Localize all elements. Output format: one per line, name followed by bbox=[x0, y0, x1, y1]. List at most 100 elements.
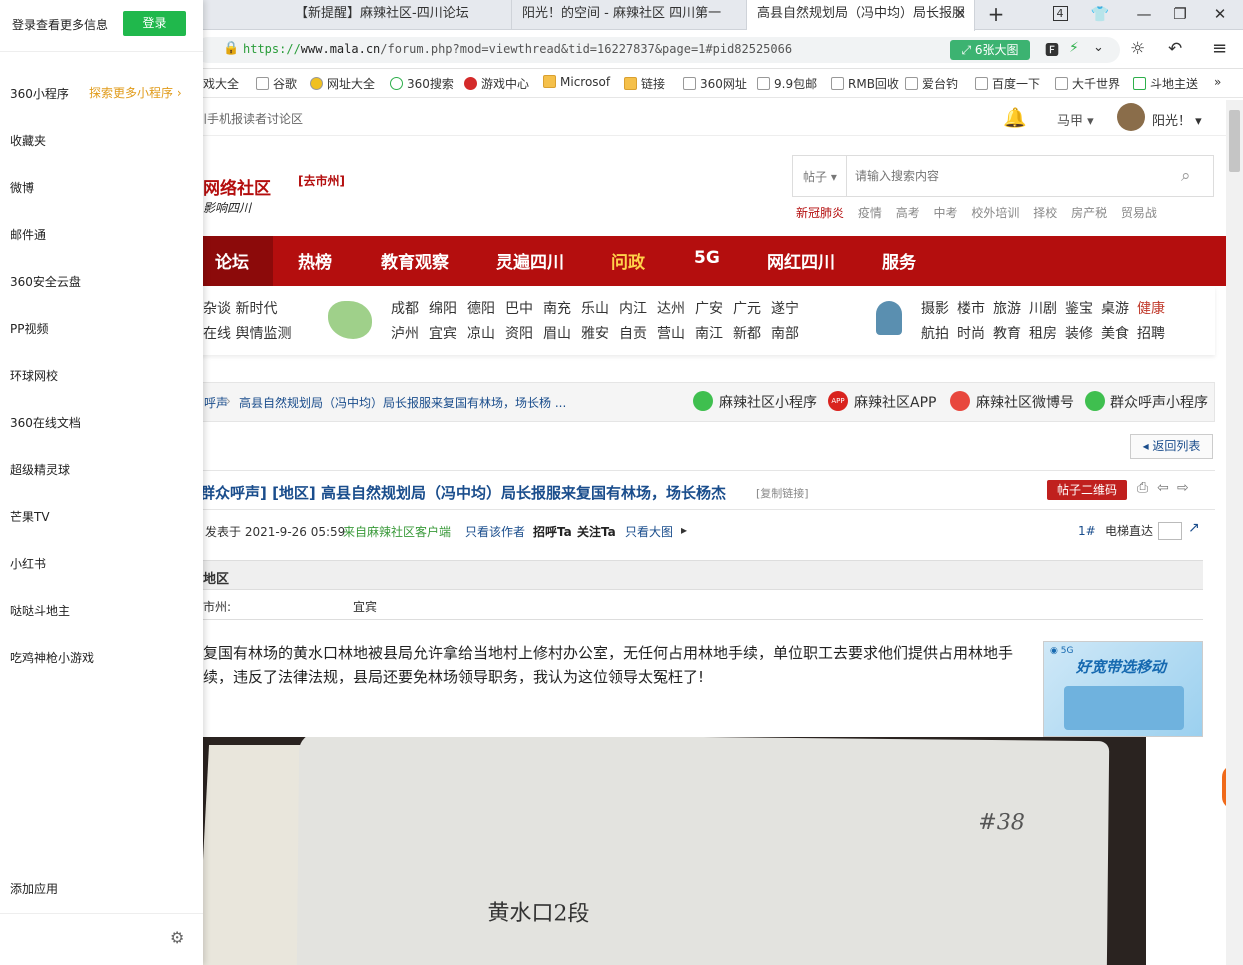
tab-2[interactable]: 阳光！的空间 - 麻辣社区 四川第一 bbox=[512, 0, 747, 30]
explore-miniapps-link[interactable]: 探索更多小程序 › bbox=[89, 84, 182, 101]
sidebar-item-mango[interactable]: 芒果TV bbox=[10, 508, 50, 525]
bookmark[interactable]: 游戏中心 bbox=[464, 75, 529, 92]
bookmark[interactable]: 360搜索 bbox=[390, 75, 454, 92]
topic-link[interactable]: 旅游 bbox=[993, 301, 1021, 317]
nav-item-sichuan[interactable]: 灵遍四川 bbox=[496, 248, 564, 273]
user-menu-1[interactable]: 马甲 ▾ bbox=[1057, 110, 1094, 129]
only-author-link[interactable]: 只看该作者 bbox=[465, 523, 525, 540]
search-icon[interactable]: ⌕ bbox=[1181, 166, 1191, 186]
city-link[interactable]: 营山 bbox=[657, 326, 685, 342]
app-link[interactable]: 麻辣社区APP bbox=[854, 392, 936, 412]
miniapp-link[interactable]: 麻辣社区小程序 bbox=[719, 392, 817, 412]
topic-link[interactable]: 桌游 bbox=[1101, 301, 1129, 317]
bookmark[interactable]: 戏大全 bbox=[203, 75, 239, 92]
scrollbar[interactable] bbox=[1226, 100, 1243, 965]
sidebar-item-xiaohongshu[interactable]: 小红书 bbox=[10, 555, 46, 572]
hot-word[interactable]: 高考 bbox=[896, 206, 920, 220]
scrollbar-thumb[interactable] bbox=[1229, 110, 1240, 172]
site-top-link[interactable]: 川手机报读者讨论区 bbox=[195, 110, 303, 127]
sidebar-item-miniapp[interactable]: 360小程序 bbox=[10, 85, 69, 102]
hot-word[interactable]: 新冠肺炎 bbox=[796, 206, 844, 220]
hot-word[interactable]: 中考 bbox=[934, 206, 958, 220]
city-link[interactable]: 自贡 bbox=[619, 326, 647, 342]
voice-miniapp-link[interactable]: 群众呼声小程序 bbox=[1110, 392, 1208, 412]
gear-icon[interactable]: ⚙ bbox=[170, 928, 184, 947]
topic-link[interactable]: 航拍 bbox=[921, 326, 949, 342]
go-icon[interactable]: ↗ bbox=[1188, 520, 1200, 536]
bookmark-folder[interactable]: Microsof bbox=[543, 75, 610, 89]
follow-link[interactable]: 关注Ta bbox=[577, 523, 616, 540]
city-link[interactable]: 宜宾 bbox=[429, 326, 457, 342]
city-link[interactable]: 内江 bbox=[619, 301, 647, 317]
hot-word[interactable]: 疫情 bbox=[858, 206, 882, 220]
nav-item-hot[interactable]: 热榜 bbox=[298, 248, 332, 273]
topic-link[interactable]: 教育 bbox=[993, 326, 1021, 342]
topic-link[interactable]: 招聘 bbox=[1137, 326, 1165, 342]
greet-link[interactable]: 招呼Ta bbox=[533, 523, 572, 540]
topic-link[interactable]: 时尚 bbox=[957, 326, 985, 342]
sidebar-item-pp-video[interactable]: PP视频 bbox=[10, 320, 48, 337]
city-link[interactable]: 广元 bbox=[733, 301, 761, 317]
city-link[interactable]: 雅安 bbox=[581, 326, 609, 342]
bookmark[interactable]: 9.9包邮 bbox=[757, 75, 817, 92]
sidebar-item-game[interactable]: 吃鸡神枪小游戏 bbox=[10, 649, 94, 666]
nav-item-5g[interactable]: 5G bbox=[694, 248, 720, 268]
post-title-prefix[interactable]: 群众呼声] [地区] bbox=[200, 484, 316, 502]
subnav-link[interactable]: 在线 舆情监测 bbox=[203, 323, 291, 343]
hot-word[interactable]: 贸易战 bbox=[1121, 206, 1157, 220]
search-input[interactable] bbox=[855, 165, 1175, 187]
tab-count-icon[interactable]: 4 bbox=[1042, 0, 1078, 30]
topic-link[interactable]: 装修 bbox=[1065, 326, 1093, 342]
next-icon[interactable]: ⇨ bbox=[1177, 480, 1189, 496]
image-view-button[interactable]: ⤢ 6张大图 bbox=[950, 40, 1030, 60]
more-bookmarks-icon[interactable]: » bbox=[1214, 75, 1221, 89]
restore-icon[interactable]: ❐ bbox=[1162, 0, 1198, 30]
breadcrumb-link[interactable]: 呼声 bbox=[204, 394, 228, 411]
post-source[interactable]: 来自麻辣社区客户端 bbox=[343, 523, 451, 540]
city-link[interactable]: 泸州 bbox=[391, 326, 419, 342]
bookmark[interactable]: 斗地主送 bbox=[1133, 75, 1198, 92]
close-icon[interactable]: ✕ bbox=[954, 0, 966, 28]
url-box[interactable]: 🔒 https://www.mala.cn/forum.php?mod=view… bbox=[195, 37, 1120, 63]
city-link[interactable]: 广安 bbox=[695, 301, 723, 317]
breadcrumb-current[interactable]: 高县自然规划局（冯中均）局长报服来复国有林场，场长杨 ... bbox=[239, 394, 566, 411]
minimize-icon[interactable]: — bbox=[1126, 0, 1162, 30]
back-to-list-button[interactable]: ◂ 返回列表 bbox=[1130, 434, 1213, 459]
prev-icon[interactable]: ⇦ bbox=[1157, 480, 1169, 496]
bookmark[interactable]: 网址大全 bbox=[310, 75, 375, 92]
chevron-right-icon[interactable]: ▸ bbox=[681, 523, 687, 537]
ad-banner[interactable]: ◉ 5G 好宽带选移动 bbox=[1043, 641, 1203, 737]
url-text[interactable]: https://www.mala.cn/forum.php?mod=viewth… bbox=[243, 42, 792, 56]
topic-link[interactable]: 楼市 bbox=[957, 301, 985, 317]
window-close-icon[interactable]: ✕ bbox=[1202, 0, 1238, 30]
nav-item-service[interactable]: 服务 bbox=[882, 248, 916, 273]
tab-3-active[interactable]: 高县自然规划局（冯中均）局长报服 ✕ bbox=[747, 0, 975, 31]
undo-icon[interactable]: ↶ bbox=[1168, 39, 1182, 59]
topic-link[interactable]: 健康 bbox=[1137, 301, 1165, 317]
lightning-icon[interactable]: ⚡ bbox=[1069, 40, 1079, 56]
post-image[interactable]: #38 黄水口2段 bbox=[203, 737, 1146, 965]
city-link[interactable]: 遂宁 bbox=[771, 301, 799, 317]
city-link[interactable]: 眉山 bbox=[543, 326, 571, 342]
bookmark-folder[interactable]: 链接 bbox=[624, 75, 665, 92]
city-link[interactable]: 凉山 bbox=[467, 326, 495, 342]
city-link[interactable]: 达州 bbox=[657, 301, 685, 317]
city-link[interactable]: 南部 bbox=[771, 326, 799, 342]
city-link[interactable]: 资阳 bbox=[505, 326, 533, 342]
user-menu-2[interactable]: 阳光！ ▾ bbox=[1152, 110, 1202, 129]
menu-icon[interactable]: ≡ bbox=[1212, 38, 1227, 59]
bell-icon[interactable]: 🔔 bbox=[1003, 106, 1027, 129]
city-link[interactable]: 南江 bbox=[695, 326, 723, 342]
sidebar-item-pokeball[interactable]: 超级精灵球 bbox=[10, 461, 70, 478]
extension-icon[interactable]: 🅵 bbox=[1045, 40, 1059, 60]
only-images-link[interactable]: 只看大图 bbox=[625, 523, 673, 540]
bookmark[interactable]: 360网址 bbox=[683, 75, 747, 92]
city-link[interactable]: 德阳 bbox=[467, 301, 495, 317]
shirt-icon[interactable]: 👕 bbox=[1082, 0, 1118, 30]
topic-link[interactable]: 鉴宝 bbox=[1065, 301, 1093, 317]
nav-item-education[interactable]: 教育观察 bbox=[381, 248, 449, 273]
bookmark[interactable]: 大千世界 bbox=[1055, 75, 1120, 92]
qr-code-button[interactable]: 帖子二维码 bbox=[1047, 480, 1127, 500]
search-scope[interactable]: 帖子 ▾ bbox=[803, 168, 837, 185]
copy-link-button[interactable]: [复制链接] bbox=[756, 485, 809, 501]
